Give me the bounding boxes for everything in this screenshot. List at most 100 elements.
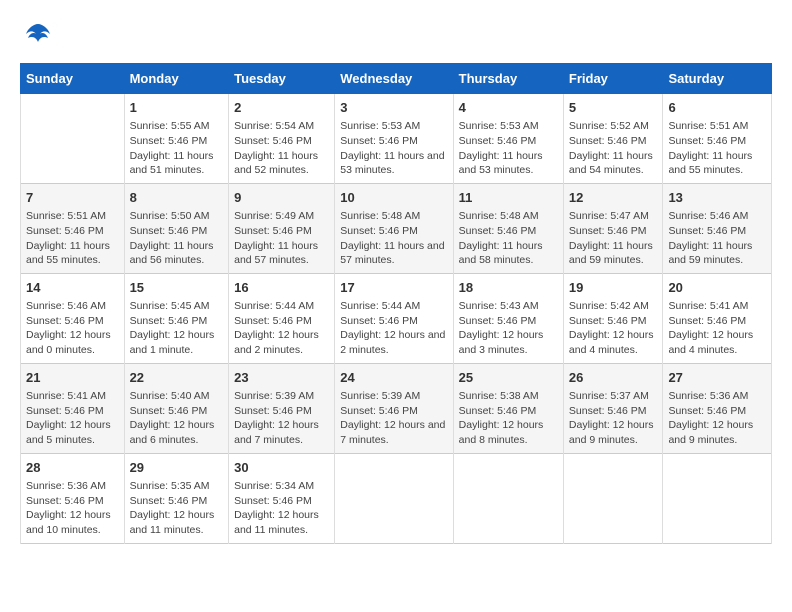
day-detail: Sunrise: 5:53 AMSunset: 5:46 PMDaylight:… [340, 119, 447, 178]
logo [20, 20, 52, 53]
day-detail: Sunrise: 5:38 AMSunset: 5:46 PMDaylight:… [459, 389, 558, 448]
day-detail: Sunrise: 5:44 AMSunset: 5:46 PMDaylight:… [340, 299, 447, 358]
day-detail: Sunrise: 5:55 AMSunset: 5:46 PMDaylight:… [130, 119, 224, 178]
day-detail: Sunrise: 5:36 AMSunset: 5:46 PMDaylight:… [668, 389, 766, 448]
day-number: 28 [26, 459, 119, 477]
day-number: 6 [668, 99, 766, 117]
calendar-week-row: 1 Sunrise: 5:55 AMSunset: 5:46 PMDaylight… [21, 94, 772, 184]
day-detail: Sunrise: 5:50 AMSunset: 5:46 PMDaylight:… [130, 209, 224, 268]
day-detail: Sunrise: 5:54 AMSunset: 5:46 PMDaylight:… [234, 119, 329, 178]
day-number: 14 [26, 279, 119, 297]
calendar-cell: 18 Sunrise: 5:43 AMSunset: 5:46 PMDayligh… [453, 273, 563, 363]
calendar-cell: 15 Sunrise: 5:45 AMSunset: 5:46 PMDayligh… [124, 273, 229, 363]
calendar-week-row: 21 Sunrise: 5:41 AMSunset: 5:46 PMDayligh… [21, 363, 772, 453]
day-detail: Sunrise: 5:41 AMSunset: 5:46 PMDaylight:… [668, 299, 766, 358]
calendar-cell: 9 Sunrise: 5:49 AMSunset: 5:46 PMDaylight… [229, 183, 335, 273]
day-number: 25 [459, 369, 558, 387]
day-number: 23 [234, 369, 329, 387]
day-detail: Sunrise: 5:42 AMSunset: 5:46 PMDaylight:… [569, 299, 658, 358]
day-detail: Sunrise: 5:39 AMSunset: 5:46 PMDaylight:… [340, 389, 447, 448]
calendar-cell: 20 Sunrise: 5:41 AMSunset: 5:46 PMDayligh… [663, 273, 772, 363]
calendar-cell: 26 Sunrise: 5:37 AMSunset: 5:46 PMDayligh… [563, 363, 663, 453]
day-detail: Sunrise: 5:43 AMSunset: 5:46 PMDaylight:… [459, 299, 558, 358]
calendar-cell: 25 Sunrise: 5:38 AMSunset: 5:46 PMDayligh… [453, 363, 563, 453]
day-number: 19 [569, 279, 658, 297]
day-detail: Sunrise: 5:45 AMSunset: 5:46 PMDaylight:… [130, 299, 224, 358]
calendar-cell: 2 Sunrise: 5:54 AMSunset: 5:46 PMDaylight… [229, 94, 335, 184]
day-number: 21 [26, 369, 119, 387]
header-day-monday: Monday [124, 64, 229, 94]
day-detail: Sunrise: 5:48 AMSunset: 5:46 PMDaylight:… [459, 209, 558, 268]
header-day-sunday: Sunday [21, 64, 125, 94]
day-detail: Sunrise: 5:44 AMSunset: 5:46 PMDaylight:… [234, 299, 329, 358]
calendar-cell [21, 94, 125, 184]
day-detail: Sunrise: 5:52 AMSunset: 5:46 PMDaylight:… [569, 119, 658, 178]
header-day-saturday: Saturday [663, 64, 772, 94]
day-number: 13 [668, 189, 766, 207]
logo-bird-icon [24, 20, 52, 48]
calendar-cell: 8 Sunrise: 5:50 AMSunset: 5:46 PMDaylight… [124, 183, 229, 273]
header [20, 20, 772, 53]
day-number: 17 [340, 279, 447, 297]
calendar-cell: 12Sunrise: 5:47 AMSunset: 5:46 PMDayligh… [563, 183, 663, 273]
day-detail: Sunrise: 5:34 AMSunset: 5:46 PMDaylight:… [234, 479, 329, 538]
day-number: 1 [130, 99, 224, 117]
day-number: 3 [340, 99, 447, 117]
calendar-cell: 11 Sunrise: 5:48 AMSunset: 5:46 PMDayligh… [453, 183, 563, 273]
day-detail: Sunrise: 5:47 AMSunset: 5:46 PMDaylight:… [569, 209, 658, 268]
day-number: 15 [130, 279, 224, 297]
day-number: 9 [234, 189, 329, 207]
day-number: 26 [569, 369, 658, 387]
calendar-cell: 19 Sunrise: 5:42 AMSunset: 5:46 PMDayligh… [563, 273, 663, 363]
header-day-friday: Friday [563, 64, 663, 94]
day-number: 8 [130, 189, 224, 207]
calendar-cell: 16 Sunrise: 5:44 AMSunset: 5:46 PMDayligh… [229, 273, 335, 363]
day-number: 4 [459, 99, 558, 117]
calendar-week-row: 28 Sunrise: 5:36 AMSunset: 5:46 PMDayligh… [21, 453, 772, 543]
day-detail: Sunrise: 5:46 AMSunset: 5:46 PMDaylight:… [26, 299, 119, 358]
day-detail: Sunrise: 5:51 AMSunset: 5:46 PMDaylight:… [668, 119, 766, 178]
calendar-cell [563, 453, 663, 543]
calendar-cell: 10 Sunrise: 5:48 AMSunset: 5:46 PMDayligh… [335, 183, 453, 273]
day-number: 16 [234, 279, 329, 297]
day-number: 20 [668, 279, 766, 297]
calendar-cell: 17 Sunrise: 5:44 AMSunset: 5:46 PMDayligh… [335, 273, 453, 363]
day-number: 30 [234, 459, 329, 477]
calendar-header: SundayMondayTuesdayWednesdayThursdayFrid… [21, 64, 772, 94]
day-number: 10 [340, 189, 447, 207]
calendar-cell: 28 Sunrise: 5:36 AMSunset: 5:46 PMDayligh… [21, 453, 125, 543]
day-number: 29 [130, 459, 224, 477]
day-number: 2 [234, 99, 329, 117]
day-detail: Sunrise: 5:41 AMSunset: 5:46 PMDaylight:… [26, 389, 119, 448]
day-detail: Sunrise: 5:49 AMSunset: 5:46 PMDaylight:… [234, 209, 329, 268]
day-detail: Sunrise: 5:37 AMSunset: 5:46 PMDaylight:… [569, 389, 658, 448]
calendar-cell [453, 453, 563, 543]
calendar-week-row: 7 Sunrise: 5:51 AMSunset: 5:46 PMDaylight… [21, 183, 772, 273]
day-detail: Sunrise: 5:36 AMSunset: 5:46 PMDaylight:… [26, 479, 119, 538]
header-day-tuesday: Tuesday [229, 64, 335, 94]
day-detail: Sunrise: 5:35 AMSunset: 5:46 PMDaylight:… [130, 479, 224, 538]
day-number: 18 [459, 279, 558, 297]
calendar-cell: 27 Sunrise: 5:36 AMSunset: 5:46 PMDayligh… [663, 363, 772, 453]
calendar-cell [663, 453, 772, 543]
calendar-cell: 5 Sunrise: 5:52 AMSunset: 5:46 PMDaylight… [563, 94, 663, 184]
day-number: 5 [569, 99, 658, 117]
day-number: 24 [340, 369, 447, 387]
calendar-cell: 21 Sunrise: 5:41 AMSunset: 5:46 PMDayligh… [21, 363, 125, 453]
calendar-cell: 30 Sunrise: 5:34 AMSunset: 5:46 PMDayligh… [229, 453, 335, 543]
day-detail: Sunrise: 5:51 AMSunset: 5:46 PMDaylight:… [26, 209, 119, 268]
calendar-cell: 24 Sunrise: 5:39 AMSunset: 5:46 PMDayligh… [335, 363, 453, 453]
day-number: 11 [459, 189, 558, 207]
calendar-cell: 7 Sunrise: 5:51 AMSunset: 5:46 PMDaylight… [21, 183, 125, 273]
header-day-wednesday: Wednesday [335, 64, 453, 94]
day-detail: Sunrise: 5:46 AMSunset: 5:46 PMDaylight:… [668, 209, 766, 268]
calendar-cell: 22Sunrise: 5:40 AMSunset: 5:46 PMDayligh… [124, 363, 229, 453]
calendar-cell: 1 Sunrise: 5:55 AMSunset: 5:46 PMDaylight… [124, 94, 229, 184]
calendar-cell: 13 Sunrise: 5:46 AMSunset: 5:46 PMDayligh… [663, 183, 772, 273]
header-day-thursday: Thursday [453, 64, 563, 94]
day-detail: Sunrise: 5:48 AMSunset: 5:46 PMDaylight:… [340, 209, 447, 268]
calendar-cell: 14 Sunrise: 5:46 AMSunset: 5:46 PMDayligh… [21, 273, 125, 363]
day-number: 7 [26, 189, 119, 207]
day-number: 27 [668, 369, 766, 387]
day-detail: Sunrise: 5:40 AMSunset: 5:46 PMDaylight:… [130, 389, 224, 448]
